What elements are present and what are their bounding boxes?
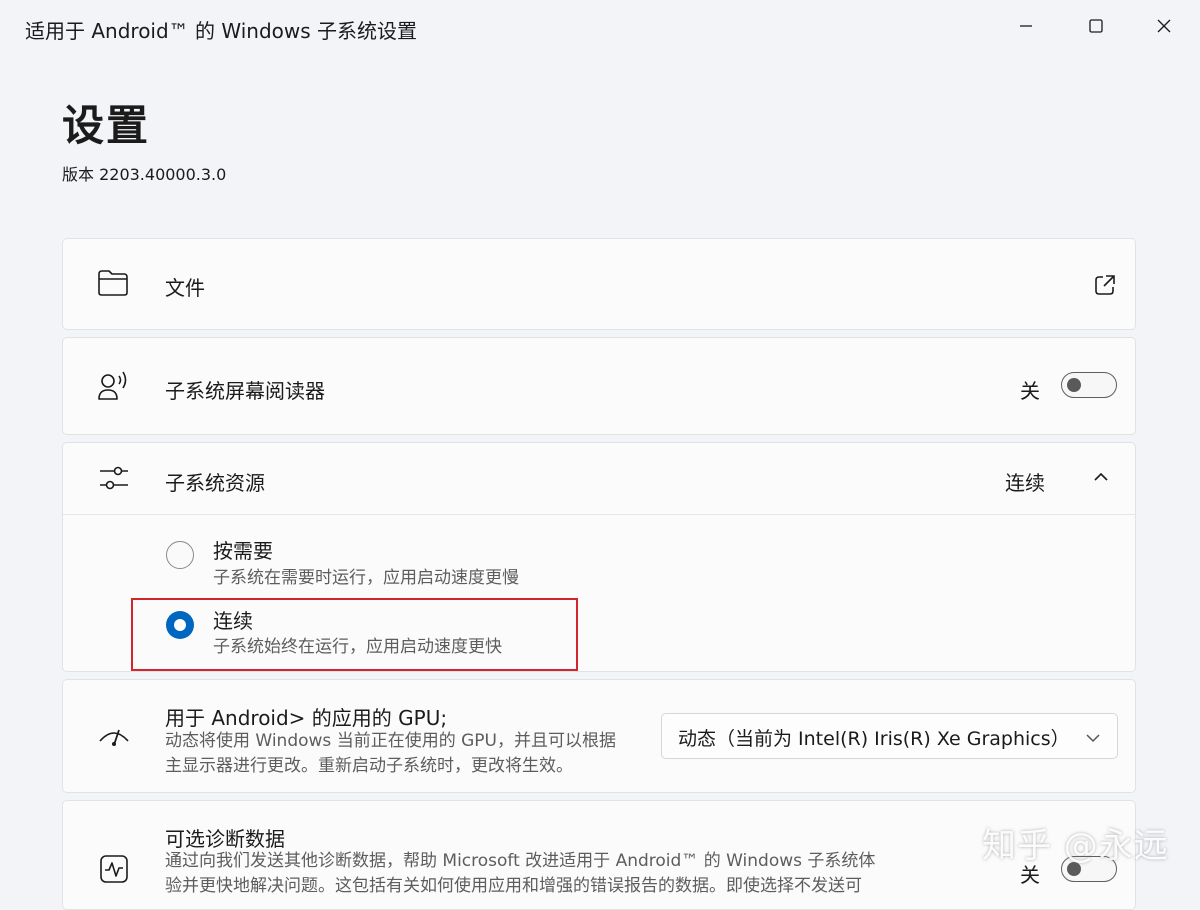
gpu-select[interactable]: 动态（当前为 Intel(R) Iris(R) Xe Graphics）: [661, 713, 1118, 759]
title-bar: 适用于 Android™ 的 Windows 子系统设置: [0, 0, 1200, 56]
maximize-icon: [1089, 19, 1103, 33]
gpu-icon: [97, 723, 131, 749]
maximize-button[interactable]: [1066, 6, 1126, 46]
screen-reader-label: 子系统屏幕阅读器: [165, 379, 325, 403]
divider: [63, 514, 1135, 515]
option-on-demand-desc: 子系统在需要时运行，应用启动速度更慢: [213, 568, 519, 588]
diagnostics-desc-line2: 验并更快地解决问题。这包括有关如何使用应用和增强的错误报告的数据。即使选择不发送…: [165, 876, 862, 896]
folder-icon: [97, 269, 129, 297]
page-title: 设置: [62, 101, 151, 150]
open-external-icon[interactable]: [1093, 273, 1117, 297]
close-icon: [1157, 19, 1171, 33]
screen-reader-icon: [97, 370, 131, 402]
version-text: 版本 2203.40000.3.0: [62, 165, 227, 184]
gpu-desc-line1: 动态将使用 Windows 当前正在使用的 GPU，并且可以根据: [165, 731, 616, 751]
highlight-box: [131, 598, 578, 671]
screen-reader-toggle[interactable]: [1061, 372, 1117, 398]
minimize-icon: [1020, 25, 1032, 27]
activity-icon: [99, 854, 129, 884]
toggle-knob: [1067, 378, 1081, 392]
files-label: 文件: [165, 276, 205, 300]
chevron-up-icon[interactable]: [1093, 471, 1109, 483]
diagnostics-card: 可选诊断数据 通过向我们发送其他诊断数据，帮助 Microsoft 改进适用于 …: [62, 800, 1136, 910]
diagnostics-label: 可选诊断数据: [165, 827, 285, 851]
gpu-label: 用于 Android> 的应用的 GPU;: [165, 706, 448, 730]
option-on-demand-title: 按需要: [213, 539, 273, 563]
files-card[interactable]: 文件: [62, 238, 1136, 330]
screen-reader-card: 子系统屏幕阅读器 关: [62, 337, 1136, 435]
radio-on-demand[interactable]: [166, 541, 194, 569]
sliders-icon: [99, 463, 129, 493]
close-button[interactable]: [1134, 6, 1194, 46]
resources-label: 子系统资源: [165, 471, 265, 495]
gpu-desc-line2: 主显示器进行更改。重新启动子系统时，更改将生效。: [165, 756, 573, 776]
diagnostics-desc-line1: 通过向我们发送其他诊断数据，帮助 Microsoft 改进适用于 Android…: [165, 851, 876, 871]
window-title: 适用于 Android™ 的 Windows 子系统设置: [25, 19, 418, 43]
screen-reader-state: 关: [1020, 379, 1040, 403]
minimize-button[interactable]: [996, 6, 1056, 46]
chevron-down-icon: [1085, 729, 1101, 748]
gpu-select-value: 动态（当前为 Intel(R) Iris(R) Xe Graphics）: [678, 728, 1070, 750]
resources-value: 连续: [1005, 471, 1045, 495]
watermark: 知乎 @永远: [982, 826, 1169, 866]
